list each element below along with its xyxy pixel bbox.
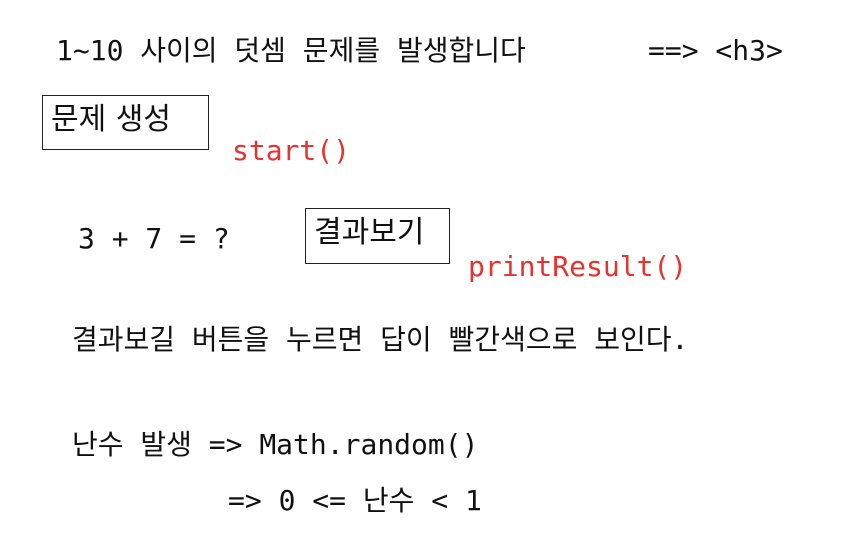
- start-function-note: start(): [232, 134, 351, 167]
- heading-text: 1~10 사이의 덧셈 문제를 발생합니다: [56, 34, 526, 67]
- heading-tag-note: ==> <h3>: [648, 34, 783, 67]
- random-note-line2: => 0 <= 난수 < 1: [228, 484, 482, 517]
- random-note-line1: 난수 발생 => Math.random(): [72, 428, 479, 461]
- generate-problem-button[interactable]: 문제 생성: [42, 95, 209, 150]
- show-result-button[interactable]: 결과보기: [305, 208, 450, 264]
- description-text: 결과보길 버튼을 누르면 답이 빨간색으로 보인다.: [72, 323, 689, 356]
- problem-expression: 3 + 7 = ?: [78, 222, 230, 255]
- print-result-function-note: printResult(): [468, 250, 688, 283]
